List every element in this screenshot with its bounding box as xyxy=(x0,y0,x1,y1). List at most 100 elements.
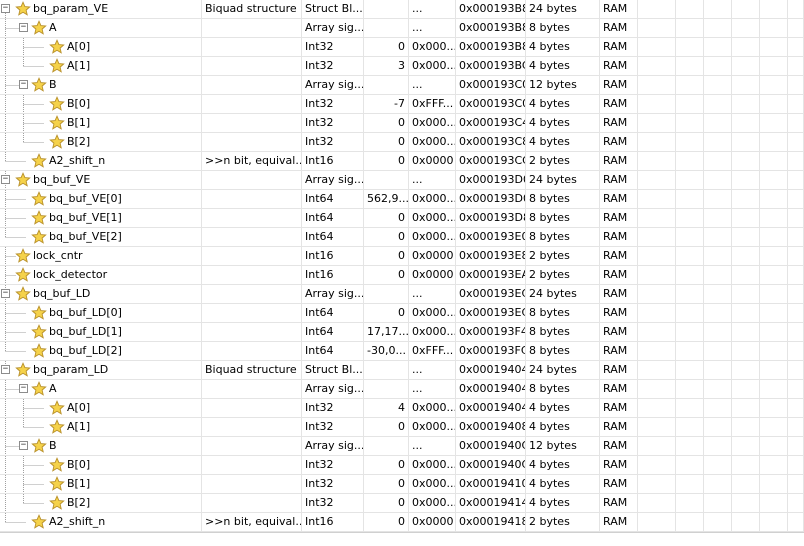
name-cell[interactable]: − B xyxy=(0,76,202,94)
hex-cell[interactable]: 0x000... xyxy=(409,323,456,341)
value-cell[interactable]: 0 xyxy=(364,247,409,265)
value-cell[interactable] xyxy=(364,437,409,455)
memory-cell[interactable]: RAM xyxy=(600,285,638,303)
type-cell[interactable]: Int32 xyxy=(302,418,364,436)
name-cell[interactable]: lock_cntr xyxy=(0,247,202,265)
size-cell[interactable]: 2 bytes xyxy=(526,513,600,531)
collapse-expander-icon[interactable]: − xyxy=(1,175,10,184)
name-cell[interactable]: B[1] xyxy=(0,114,202,132)
type-cell[interactable]: Int32 xyxy=(302,456,364,474)
desc-cell[interactable] xyxy=(202,304,302,322)
name-cell[interactable]: − B xyxy=(0,437,202,455)
address-cell[interactable]: 0x000193C0 xyxy=(456,76,526,94)
size-cell[interactable]: 8 bytes xyxy=(526,342,600,360)
address-cell[interactable]: 0x000193F4 xyxy=(456,323,526,341)
hex-cell[interactable]: 0x000... xyxy=(409,133,456,151)
hex-cell[interactable]: ... xyxy=(409,361,456,379)
type-cell[interactable]: Int64 xyxy=(302,209,364,227)
type-cell[interactable]: Int16 xyxy=(302,513,364,531)
address-cell[interactable]: 0x000193B8 xyxy=(456,19,526,37)
value-cell[interactable] xyxy=(364,76,409,94)
table-row[interactable]: lock_cntr Int16 0 0x0000 0x000193E8 2 bytes RA… xyxy=(0,247,804,266)
memory-cell[interactable]: RAM xyxy=(600,228,638,246)
size-cell[interactable]: 8 bytes xyxy=(526,19,600,37)
name-cell[interactable]: − A xyxy=(0,19,202,37)
collapse-expander-icon[interactable]: − xyxy=(19,441,28,450)
memory-cell[interactable]: RAM xyxy=(600,513,638,531)
desc-cell[interactable] xyxy=(202,266,302,284)
desc-cell[interactable] xyxy=(202,209,302,227)
value-cell[interactable]: 562,9... xyxy=(364,190,409,208)
address-cell[interactable]: 0x00019414 xyxy=(456,494,526,512)
hex-cell[interactable]: ... xyxy=(409,76,456,94)
memory-cell[interactable]: RAM xyxy=(600,323,638,341)
hex-cell[interactable]: 0x000... xyxy=(409,57,456,75)
hex-cell[interactable]: ... xyxy=(409,0,456,18)
hex-cell[interactable]: 0x0000 xyxy=(409,247,456,265)
size-cell[interactable]: 4 bytes xyxy=(526,418,600,436)
hex-cell[interactable]: 0x000... xyxy=(409,494,456,512)
hex-cell[interactable]: ... xyxy=(409,171,456,189)
memory-cell[interactable]: RAM xyxy=(600,57,638,75)
address-cell[interactable]: 0x00019418 xyxy=(456,513,526,531)
value-cell[interactable]: 0 xyxy=(364,38,409,56)
table-row[interactable]: A[0] Int32 4 0x000... 0x00019404 4 bytes RAM xyxy=(0,399,804,418)
hex-cell[interactable]: 0x000... xyxy=(409,228,456,246)
type-cell[interactable]: Int32 xyxy=(302,399,364,417)
table-row[interactable]: − A Array sig...... 0x00019404 8 bytes RAM xyxy=(0,380,804,399)
table-row[interactable]: A[1] Int32 0 0x000... 0x00019408 4 bytes RAM xyxy=(0,418,804,437)
size-cell[interactable]: 8 bytes xyxy=(526,380,600,398)
table-row[interactable]: B[2] Int32 0 0x000... 0x00019414 4 bytes RAM xyxy=(0,494,804,513)
value-cell[interactable]: -30,0... xyxy=(364,342,409,360)
type-cell[interactable]: Int32 xyxy=(302,57,364,75)
size-cell[interactable]: 8 bytes xyxy=(526,304,600,322)
type-cell[interactable]: Int16 xyxy=(302,152,364,170)
address-cell[interactable]: 0x000193C0 xyxy=(456,95,526,113)
name-cell[interactable]: A2_shift_n xyxy=(0,152,202,170)
desc-cell[interactable] xyxy=(202,380,302,398)
memory-cell[interactable]: RAM xyxy=(600,171,638,189)
table-row[interactable]: lock_detector Int16 0 0x0000 0x000193EA 2 byt… xyxy=(0,266,804,285)
type-cell[interactable]: Array sig... xyxy=(302,171,364,189)
name-cell[interactable]: − bq_param_VE xyxy=(0,0,202,18)
address-cell[interactable]: 0x0001940C xyxy=(456,437,526,455)
value-cell[interactable]: 0 xyxy=(364,304,409,322)
name-cell[interactable]: − bq_buf_LD xyxy=(0,285,202,303)
table-row[interactable]: B[2] Int32 0 0x000... 0x000193C8 4 bytes RAM xyxy=(0,133,804,152)
table-row[interactable]: − bq_buf_LD Array sig...... 0x000193EC 24 by… xyxy=(0,285,804,304)
size-cell[interactable]: 4 bytes xyxy=(526,456,600,474)
desc-cell[interactable] xyxy=(202,494,302,512)
type-cell[interactable]: Array sig... xyxy=(302,380,364,398)
name-cell[interactable]: − bq_buf_VE xyxy=(0,171,202,189)
size-cell[interactable]: 4 bytes xyxy=(526,494,600,512)
value-cell[interactable]: 0 xyxy=(364,228,409,246)
value-cell[interactable] xyxy=(364,285,409,303)
value-cell[interactable]: 0 xyxy=(364,209,409,227)
address-cell[interactable]: 0x00019408 xyxy=(456,418,526,436)
memory-cell[interactable]: RAM xyxy=(600,342,638,360)
table-row[interactable]: B[0] Int32 0 0x000... 0x0001940C 4 bytes RAM xyxy=(0,456,804,475)
collapse-expander-icon[interactable]: − xyxy=(1,365,10,374)
memory-cell[interactable]: RAM xyxy=(600,380,638,398)
address-cell[interactable]: 0x00019404 xyxy=(456,399,526,417)
address-cell[interactable]: 0x000193C4 xyxy=(456,114,526,132)
desc-cell[interactable] xyxy=(202,475,302,493)
type-cell[interactable]: Int32 xyxy=(302,38,364,56)
value-cell[interactable]: 0 xyxy=(364,114,409,132)
memory-cell[interactable]: RAM xyxy=(600,209,638,227)
memory-cell[interactable]: RAM xyxy=(600,494,638,512)
name-cell[interactable]: − bq_param_LD xyxy=(0,361,202,379)
desc-cell[interactable]: Biquad structure xyxy=(202,0,302,18)
hex-cell[interactable]: ... xyxy=(409,380,456,398)
size-cell[interactable]: 8 bytes xyxy=(526,323,600,341)
address-cell[interactable]: 0x0001940C xyxy=(456,456,526,474)
value-cell[interactable] xyxy=(364,0,409,18)
memory-cell[interactable]: RAM xyxy=(600,76,638,94)
table-row[interactable]: B[1] Int32 0 0x000... 0x000193C4 4 bytes RAM xyxy=(0,114,804,133)
type-cell[interactable]: Int16 xyxy=(302,266,364,284)
memory-cell[interactable]: RAM xyxy=(600,19,638,37)
name-cell[interactable]: bq_buf_LD[1] xyxy=(0,323,202,341)
table-row[interactable]: − bq_buf_VE Array sig...... 0x000193D0 24 by… xyxy=(0,171,804,190)
name-cell[interactable]: bq_buf_VE[2] xyxy=(0,228,202,246)
hex-cell[interactable]: 0x000... xyxy=(409,114,456,132)
